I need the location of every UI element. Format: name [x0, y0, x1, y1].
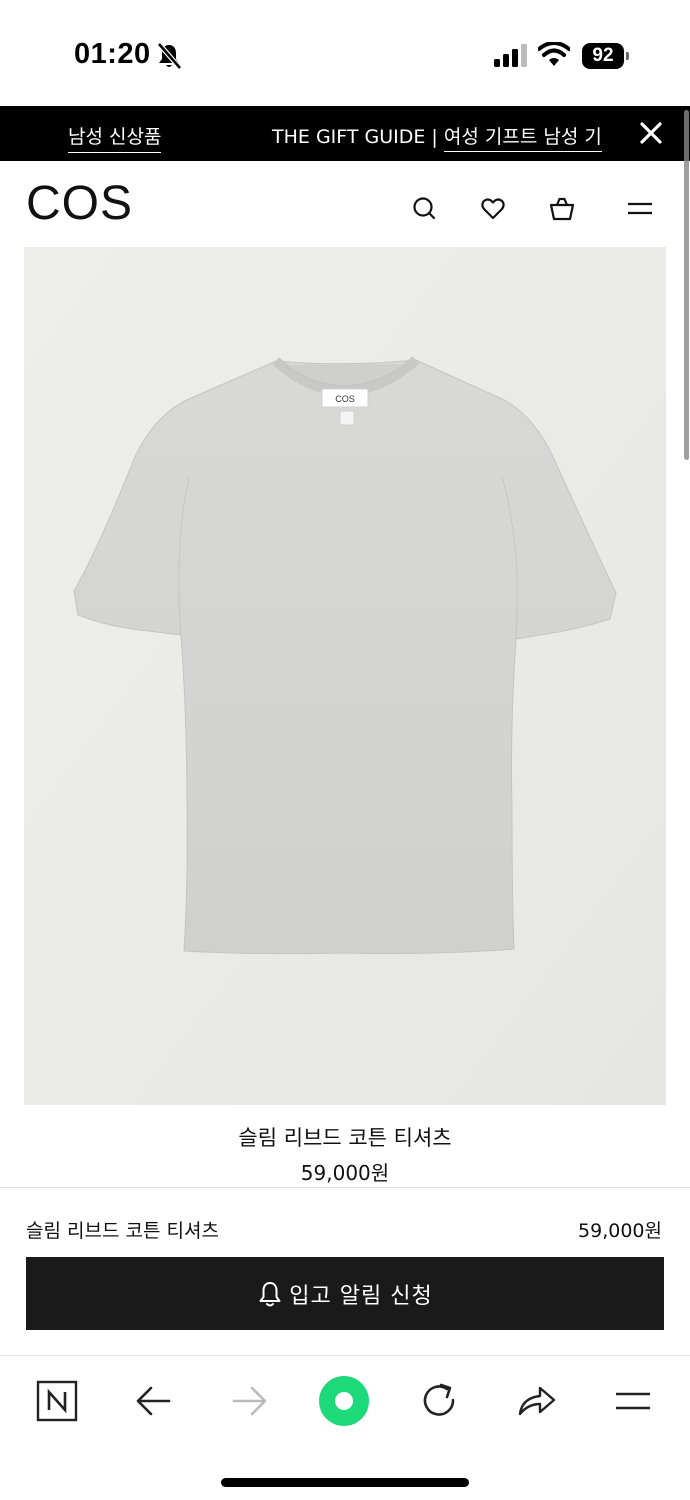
product-price: 59,000원: [300, 1161, 390, 1185]
search-icon[interactable]: [410, 195, 438, 223]
wifi-icon: [538, 42, 570, 66]
forward-arrow-icon[interactable]: [224, 1376, 274, 1426]
notify-restock-label: 입고 알림 신청: [289, 1283, 433, 1309]
product-title: 슬림 리브드 코튼 티셔츠: [238, 1126, 452, 1150]
promo-link-men-new[interactable]: 남성 신상품: [68, 122, 162, 153]
reload-icon[interactable]: [415, 1376, 465, 1426]
home-indicator: [221, 1478, 469, 1487]
sticky-product-price: 59,000원: [578, 1220, 662, 1242]
heart-icon[interactable]: [479, 195, 507, 223]
share-icon[interactable]: [512, 1376, 562, 1426]
naver-home-icon[interactable]: [32, 1376, 82, 1426]
menu-icon[interactable]: [626, 195, 654, 223]
status-time: 01:20: [74, 38, 151, 70]
tshirt-illustration: COS: [24, 247, 666, 1105]
shirt-tag-label: COS: [335, 394, 355, 404]
status-bar: 01:20 92: [0, 0, 690, 106]
battery-level: 92: [582, 43, 624, 69]
shopping-bag-icon[interactable]: [548, 195, 576, 223]
browser-menu-icon[interactable]: [608, 1376, 658, 1426]
browser-toolbar: [0, 1355, 690, 1500]
signal-icon: [494, 44, 527, 67]
logo[interactable]: COS: [26, 179, 133, 229]
battery-icon: 92: [582, 43, 630, 69]
promo-banner: 남성 신상품 THE GIFT GUIDE | 여성 기프트 남성 기: [0, 106, 690, 161]
close-icon[interactable]: [638, 120, 664, 146]
bell-off-icon: [157, 42, 182, 70]
sticky-purchase-bar: 슬림 리브드 코튼 티셔츠 59,000원 입고 알림 신청: [0, 1187, 690, 1355]
site-header: COS: [0, 161, 690, 247]
bell-icon: [259, 1281, 281, 1306]
promo-gift-guide-text: THE GIFT GUIDE |: [272, 126, 444, 148]
back-arrow-icon[interactable]: [129, 1376, 179, 1426]
promo-link-gifts[interactable]: 여성 기프트 남성 기: [443, 126, 602, 152]
sticky-product-name: 슬림 리브드 코튼 티셔츠: [26, 1220, 219, 1242]
promo-gift-guide: THE GIFT GUIDE | 여성 기프트 남성 기: [272, 122, 602, 152]
notify-restock-button[interactable]: 입고 알림 신청: [26, 1257, 664, 1330]
product-image[interactable]: COS: [24, 247, 666, 1105]
green-dot-icon[interactable]: [319, 1376, 369, 1426]
